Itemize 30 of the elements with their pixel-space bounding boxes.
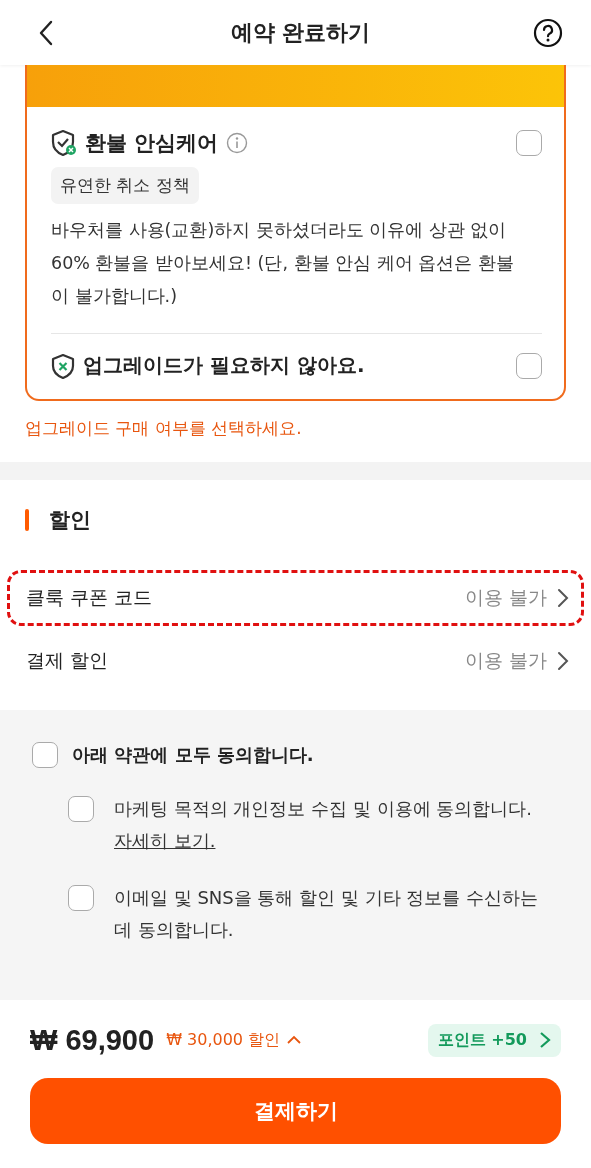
help-icon[interactable] (533, 17, 563, 48)
agreement-text: 마케팅 목적의 개인정보 수집 및 이용에 동의합니다. (114, 798, 533, 819)
chevron-right-icon (557, 651, 569, 671)
agreement-text: 이메일 및 SNS을 통해 할인 및 기타 정보를 수신하는 데 동의합니다. (114, 887, 539, 940)
section-marker (25, 509, 29, 531)
error-message: 업그레이드 구매 여부를 선택하세요. (25, 417, 303, 440)
option-checkbox[interactable] (516, 130, 542, 156)
agree-checkbox[interactable] (32, 742, 58, 768)
option-description: 바우처를 사용(교환)하지 못하셨더라도 이유에 상관 없이 60% 환불을 받아보세요! (단, 환불 안심 케어 옵션은 환불이 불가합니다.) (51, 219, 515, 308)
option-title: 업그레이드가 필요하지 않아요. (83, 352, 365, 379)
discount-toggle[interactable]: ₩ 30,000 할인 (166, 1029, 303, 1051)
page-title: 예약 완료하기 (230, 18, 371, 47)
agree-checkbox[interactable] (68, 796, 94, 822)
option-title: 환불 안심케어 (85, 130, 219, 157)
policy-tag: 유연한 취소 정책 (51, 167, 199, 204)
section-title: 할인 (49, 507, 91, 534)
discount-row[interactable]: 결제 할인 이용 불가 (7, 633, 584, 689)
shield-check-icon (51, 129, 77, 157)
agree-checkbox[interactable] (68, 885, 94, 911)
total-price: ₩ 69,900 (30, 1023, 155, 1057)
chevron-right-icon (557, 588, 569, 608)
caret-up-icon (286, 1035, 303, 1045)
details-link[interactable]: 자세히 보기. (114, 825, 216, 857)
shield-x-icon (51, 352, 75, 379)
info-icon[interactable] (226, 132, 249, 154)
option-checkbox[interactable] (516, 352, 542, 379)
discount-row[interactable]: 클룩 쿠폰 코드 이용 불가 (7, 570, 584, 626)
agree-all-label: 아래 약관에 모두 동의합니다. (72, 743, 314, 767)
chevron-right-icon (539, 1031, 551, 1049)
back-icon[interactable] (38, 19, 54, 46)
